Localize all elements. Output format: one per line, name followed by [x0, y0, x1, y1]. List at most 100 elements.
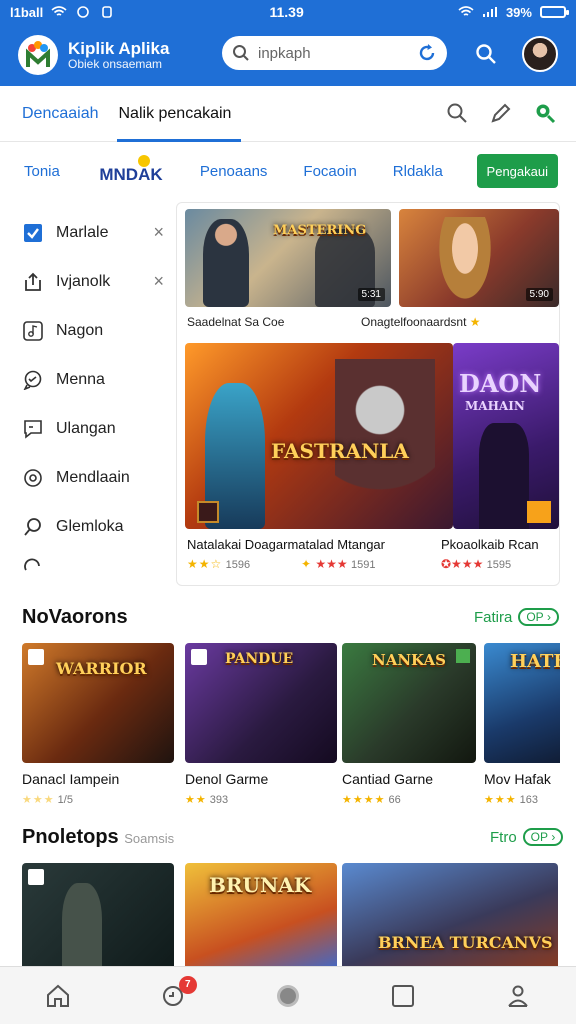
rating-count: 393	[209, 794, 229, 806]
game-card[interactable]: BRUNAK	[185, 863, 337, 973]
sidebar-item[interactable]: Menna	[0, 355, 176, 404]
alarm-icon	[102, 6, 113, 18]
subnav-item[interactable]: Penoaans	[200, 163, 268, 180]
star-icon: ✦	[301, 557, 313, 571]
stars-icon: ★★	[185, 794, 207, 806]
nav-games[interactable]: 7	[159, 975, 197, 1010]
game-art-title: MASTERING	[273, 223, 367, 238]
close-icon[interactable]: ×	[153, 271, 164, 292]
section-subtitle: Soamsis	[124, 831, 175, 846]
game-logo-icon	[197, 501, 219, 523]
game-art-title: BRNEA TURCANVS	[378, 933, 553, 952]
close-icon[interactable]: ×	[153, 222, 164, 243]
home-icon	[46, 984, 69, 1007]
checkbox-icon	[24, 223, 42, 242]
star-icon: ★	[469, 315, 482, 329]
search-input[interactable]: inpkaph	[258, 45, 417, 62]
thumb-caption: Saadelnat Sa Coe	[187, 315, 285, 329]
avatar[interactable]	[522, 36, 558, 72]
game-cover: HATE	[484, 643, 560, 763]
game-art-title: PANDUE	[225, 651, 294, 667]
sidebar-item[interactable]: Marlale ×	[0, 208, 176, 257]
sidebar-item[interactable]: Mendlaain	[0, 453, 176, 502]
stars-icon: ★★★	[315, 557, 348, 571]
subnav-item[interactable]: Focaoin	[303, 163, 356, 180]
search-bar[interactable]: inpkaph	[222, 36, 447, 70]
featured-thumb[interactable]: 5:90	[399, 209, 559, 307]
signal-icon	[482, 7, 497, 17]
app-bar: l1ball 11.39 39% Kiplik Aplika Obiek ons…	[0, 0, 576, 86]
stars-icon: ✪★★★	[441, 557, 484, 571]
partner-logo[interactable]: MNDAK	[96, 151, 166, 191]
subnav-item[interactable]: Rldakla	[393, 163, 443, 180]
section-see-all[interactable]: Fatira OP ›	[474, 608, 560, 626]
game-card[interactable]: NANKAS Cantiad Garne ★★★★ 66	[342, 643, 476, 806]
chat-icon	[23, 370, 42, 390]
featured-big-thumb[interactable]: FASTRANLA	[185, 343, 453, 529]
green-search-icon[interactable]	[534, 102, 556, 124]
vpn-icon	[77, 6, 90, 18]
rating-row: ★★★ 163	[484, 793, 560, 806]
notification-badge: 7	[178, 975, 197, 994]
featured-thumb[interactable]: MASTERING 5:31	[185, 209, 391, 307]
stars-icon: ★★★★	[342, 794, 386, 806]
tab-bar: Dencaaiah Nalik pencakain	[0, 86, 576, 142]
game-card[interactable]: BRNEA TURCANVS	[342, 863, 558, 973]
search-icon[interactable]	[446, 102, 468, 124]
section-title-row: Pnoletops Soamsis	[22, 826, 174, 849]
app-name: Kiplik Aplika	[68, 38, 170, 58]
featured-side-thumb[interactable]: DAON MAHAIN	[453, 343, 559, 529]
target-icon	[24, 468, 42, 487]
game-cover: PANDUE	[185, 643, 337, 763]
edit-icon[interactable]	[490, 102, 512, 124]
see-all-pill: OP ›	[522, 828, 564, 846]
nav-library[interactable]	[389, 982, 417, 1010]
sidebar-item-label: Nagon	[56, 321, 104, 339]
duration-badge: 5:90	[525, 288, 553, 301]
sidebar-item[interactable]: Ivjanolk ×	[0, 257, 176, 306]
game-card[interactable]: PANDUE Denol Garme ★★ 393	[185, 643, 337, 806]
nav-home[interactable]	[44, 982, 72, 1010]
nav-profile[interactable]	[504, 982, 532, 1010]
game-title: Mov Hafak	[484, 771, 551, 787]
game-cover: BRUNAK	[185, 863, 337, 973]
refresh-icon[interactable]	[417, 43, 437, 63]
tab-home[interactable]: Dencaaiah	[22, 86, 99, 142]
subnav-item[interactable]: Tonia	[24, 163, 60, 180]
app-logo-icon	[26, 41, 50, 67]
header-search-icon[interactable]	[474, 42, 498, 66]
rating-row: ★★★★ 66	[342, 793, 476, 806]
cta-button[interactable]: Pengakaui	[476, 154, 558, 188]
game-art-title: HATE	[510, 651, 560, 672]
sidebar-item-label: Mendlaain	[56, 468, 130, 486]
stars-icon: ★★★	[22, 794, 55, 806]
battery-icon	[539, 6, 569, 18]
app-logo[interactable]	[18, 35, 58, 75]
section-see-all[interactable]: Ftro OP ›	[490, 828, 564, 846]
sidebar-item-label: Glemloka	[56, 517, 124, 535]
sidebar-item[interactable]: Glemloka	[0, 502, 176, 551]
game-title: Cantiad Garne	[342, 771, 434, 787]
game-art-title: BRUNAK	[209, 873, 312, 897]
rating-count: 163	[519, 794, 539, 806]
sidebar-item-label: Ivjanolk	[56, 272, 111, 290]
search-icon	[24, 517, 41, 536]
sidebar-item[interactable]: Nagon	[0, 306, 176, 355]
game-art-subtitle: MAHAIN	[465, 399, 525, 413]
game-card[interactable]: HATE Mov Hafak ★★★ 163	[484, 643, 560, 806]
share-icon	[25, 272, 41, 291]
publisher-icon	[191, 649, 207, 665]
sidebar-item[interactable]: Ulangan	[0, 404, 176, 453]
sidebar-item-label: Marlale	[56, 223, 109, 241]
game-card[interactable]: WARRIOR Danacl Iampein ★★★ 1/5	[22, 643, 174, 806]
nav-record[interactable]	[274, 982, 302, 1010]
sidebar-item-partial[interactable]	[0, 551, 176, 581]
section-title: NoVaorons	[22, 606, 128, 628]
game-art-title: DAON	[459, 369, 542, 398]
tab-selected[interactable]: Nalik pencakain	[116, 86, 242, 142]
partner-logo-icon: MNDAK	[99, 155, 163, 184]
see-all-label: Ftro	[490, 828, 517, 846]
pill-text: OP	[530, 830, 549, 844]
game-card[interactable]	[22, 863, 174, 973]
character-art	[62, 883, 102, 973]
